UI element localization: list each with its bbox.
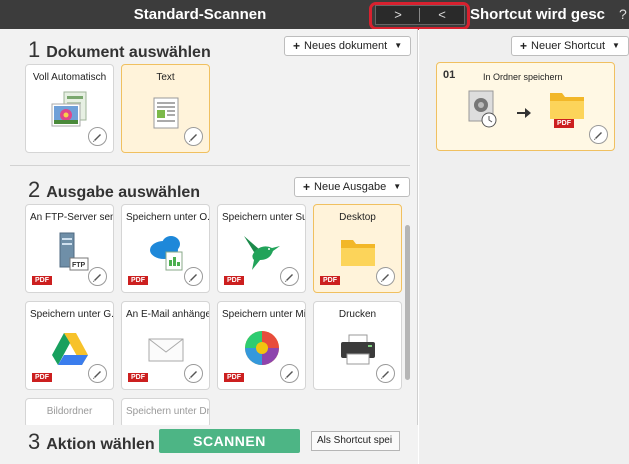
output-card-ftp[interactable]: An FTP-Server sen... FTP PDF	[25, 204, 114, 293]
edit-icon[interactable]	[184, 267, 203, 286]
edit-icon[interactable]	[280, 364, 299, 383]
edit-icon[interactable]	[184, 364, 203, 383]
edit-icon[interactable]	[280, 267, 299, 286]
shortcut-label: In Ordner speichern	[483, 72, 563, 82]
nav-separator	[419, 8, 420, 22]
card-label: Bildordner	[46, 406, 93, 417]
chevron-down-icon: ▼	[393, 182, 402, 191]
new-output-label: Neue Ausgabe	[314, 181, 387, 193]
chevron-down-icon: ▼	[394, 41, 403, 50]
folder-icon	[547, 89, 587, 123]
panel-nav-buttons: > <	[375, 5, 465, 25]
color-wheel-icon	[242, 327, 282, 369]
pdf-badge: PDF	[32, 276, 52, 285]
edit-icon[interactable]	[88, 364, 107, 383]
svg-text:FTP: FTP	[72, 262, 86, 269]
section-3-label: Aktion wählen	[46, 436, 155, 453]
action-bar: 3 Aktion wählen SCANNEN Als Shortcut spe…	[0, 425, 418, 464]
pdf-badge: PDF	[128, 276, 148, 285]
section-1-label: Dokument auswählen	[46, 44, 211, 61]
new-shortcut-button[interactable]: + Neuer Shortcut ▼	[511, 36, 629, 56]
edit-icon[interactable]	[376, 364, 395, 383]
output-card-desktop[interactable]: Desktop PDF	[313, 204, 402, 293]
photo-stack-icon	[50, 90, 90, 132]
scan-button[interactable]: SCANNEN	[159, 429, 300, 453]
document-card-text[interactable]: Text	[121, 64, 210, 153]
section-3-title: 3 Aktion wählen	[28, 429, 155, 455]
plus-icon: +	[303, 180, 311, 194]
ftp-server-icon: FTP	[50, 230, 90, 272]
pdf-badge: PDF	[554, 119, 574, 128]
section-2-label: Ausgabe auswählen	[46, 184, 201, 201]
edit-icon[interactable]	[589, 125, 608, 144]
card-label: Speichern unter Mi...	[222, 309, 305, 320]
edit-icon[interactable]	[376, 267, 395, 286]
output-card-print[interactable]: Drucken	[313, 301, 402, 390]
pdf-badge: PDF	[128, 373, 148, 382]
output-card-picture-folder[interactable]: Bildordner	[25, 398, 114, 428]
section-1-title: 1 Dokument auswählen	[28, 37, 211, 63]
folder-icon	[338, 230, 378, 272]
shortcut-card[interactable]: 01 In Ordner speichern PDF	[436, 62, 615, 151]
new-document-label: Neues dokument	[304, 40, 388, 52]
pdf-badge: PDF	[224, 373, 244, 382]
nav-prev-button[interactable]: <	[421, 7, 463, 23]
onedrive-icon	[146, 230, 186, 272]
new-document-button[interactable]: + Neues dokument ▼	[284, 36, 412, 56]
new-output-button[interactable]: + Neue Ausgabe ▼	[294, 177, 411, 197]
plus-icon: +	[293, 39, 301, 53]
shortcut-number: 01	[443, 69, 456, 81]
output-card-sugarsync[interactable]: Speichern unter Su... PDF	[217, 204, 306, 293]
pdf-badge: PDF	[320, 276, 340, 285]
section-3-number: 3	[28, 429, 41, 454]
save-as-shortcut-button[interactable]: Als Shortcut spei	[311, 431, 400, 451]
email-icon	[146, 327, 186, 369]
pdf-badge: PDF	[224, 276, 244, 285]
card-label: Speichern unter Dr...	[126, 406, 209, 417]
arrow-right-icon	[517, 105, 531, 118]
section-2-number: 2	[28, 177, 41, 202]
card-label: An E-Mail anhängen	[126, 309, 209, 320]
text-document-icon	[146, 90, 186, 132]
help-button[interactable]: ?	[619, 0, 627, 29]
edit-icon[interactable]	[88, 267, 107, 286]
card-label: Drucken	[338, 309, 377, 320]
card-label: Speichern unter O...	[126, 212, 209, 223]
card-label: Speichern unter G...	[30, 309, 113, 320]
card-label: An FTP-Server sen...	[30, 212, 113, 223]
hummingbird-icon	[242, 230, 282, 272]
title-bar: Standard-Scannen > < Shortcut wird gesc …	[0, 0, 629, 30]
card-label: Speichern unter Su...	[222, 212, 305, 223]
scan-photo-icon	[465, 89, 501, 129]
output-card-dropbox[interactable]: Speichern unter Dr...	[121, 398, 210, 428]
pdf-badge: PDF	[32, 373, 52, 382]
output-card-onedrive[interactable]: Speichern unter O... PDF	[121, 204, 210, 293]
shortcut-panel-title: Shortcut wird gesc	[470, 6, 606, 23]
section-2-title: 2 Ausgabe auswählen	[28, 177, 200, 203]
output-card-email[interactable]: An E-Mail anhängen PDF	[121, 301, 210, 390]
google-drive-icon	[50, 327, 90, 369]
section-divider	[10, 165, 410, 166]
printer-icon	[338, 327, 378, 369]
shortcut-panel: + Neuer Shortcut ▼ 01 In Ordner speicher…	[419, 29, 629, 464]
output-scrollbar[interactable]	[405, 225, 411, 445]
edit-icon[interactable]	[88, 127, 107, 146]
card-label: Voll Automatisch	[32, 72, 107, 83]
card-label: Desktop	[339, 212, 376, 223]
chevron-down-icon: ▼	[612, 41, 620, 50]
window-title: Standard-Scannen	[133, 6, 267, 23]
edit-icon[interactable]	[184, 127, 203, 146]
standard-scan-panel: 1 Dokument auswählen + Neues dokument ▼ …	[0, 29, 418, 464]
scroll-thumb[interactable]	[405, 225, 410, 380]
output-card-microsoft[interactable]: Speichern unter Mi... PDF	[217, 301, 306, 390]
card-label: Text	[156, 72, 175, 83]
output-card-google-drive[interactable]: Speichern unter G... PDF	[25, 301, 114, 390]
section-1-number: 1	[28, 37, 41, 62]
new-shortcut-label: Neuer Shortcut	[531, 40, 605, 52]
nav-next-button[interactable]: >	[377, 7, 419, 23]
document-card-voll-automatisch[interactable]: Voll Automatisch	[25, 64, 114, 153]
plus-icon: +	[520, 39, 528, 53]
